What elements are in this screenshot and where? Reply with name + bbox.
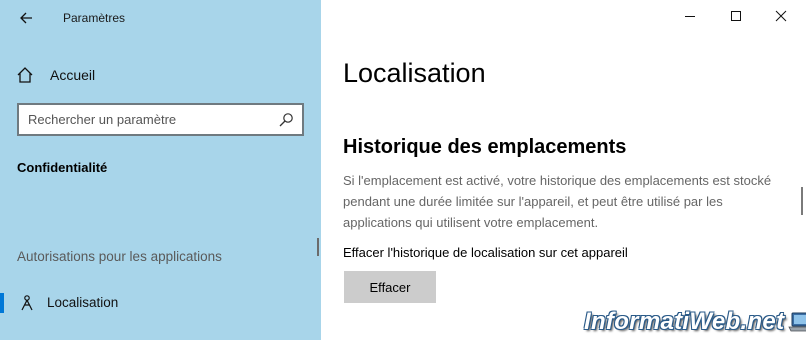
- home-nav-item[interactable]: Accueil: [16, 64, 306, 86]
- sidebar-item-label: Localisation: [47, 295, 119, 310]
- section-title: Confidentialité: [17, 160, 108, 175]
- minimize-icon: [685, 16, 695, 17]
- close-icon: [775, 10, 787, 22]
- home-icon: [17, 67, 33, 83]
- back-arrow-icon: [20, 12, 32, 24]
- page-title: Localisation: [343, 58, 486, 88]
- search-box[interactable]: [17, 103, 304, 136]
- clear-history-label: Effacer l'historique de localisation sur…: [343, 245, 628, 260]
- search-icon[interactable]: [278, 112, 294, 128]
- close-button[interactable]: [758, 0, 804, 32]
- watermark-text: InformatiWeb.net: [584, 308, 785, 335]
- history-description: Si l'emplacement est activé, votre histo…: [343, 173, 772, 230]
- section-heading: Historique des emplacements: [343, 136, 627, 158]
- selection-indicator: [0, 293, 4, 313]
- content-scrollbar[interactable]: [801, 187, 803, 215]
- minimize-button[interactable]: [667, 0, 713, 32]
- maximize-button[interactable]: [713, 0, 759, 32]
- location-icon: [21, 295, 33, 311]
- navigation-pane: Paramètres Accueil Confidentialité Autor…: [0, 0, 321, 340]
- maximize-icon: [731, 11, 741, 21]
- sidebar-scrollbar[interactable]: [317, 238, 319, 256]
- app-title: Paramètres: [63, 11, 126, 25]
- home-label: Accueil: [50, 67, 96, 83]
- watermark: InformatiWeb.net: [584, 308, 806, 336]
- laptop-icon: [788, 312, 806, 332]
- search-input[interactable]: [19, 104, 278, 135]
- group-header: Autorisations pour les applications: [17, 249, 222, 264]
- back-button[interactable]: [14, 6, 38, 30]
- clear-history-button[interactable]: Effacer: [344, 271, 436, 303]
- sidebar-item-localisation[interactable]: Localisation: [0, 290, 321, 316]
